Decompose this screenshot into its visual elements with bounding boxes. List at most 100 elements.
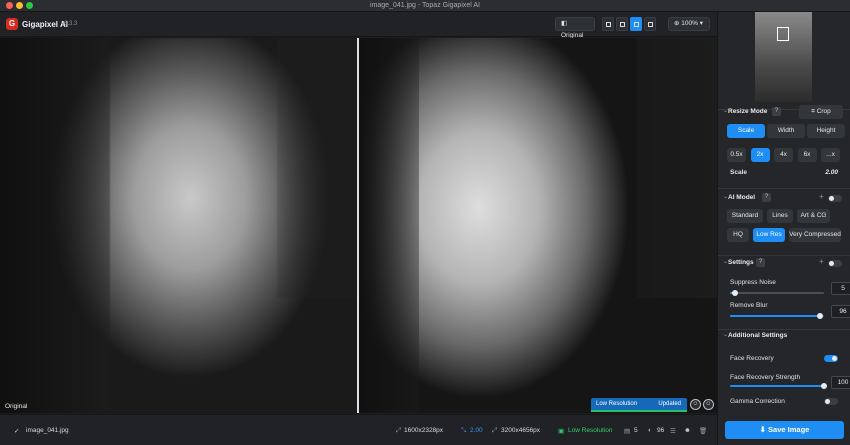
ai-model-low-res[interactable]: Low Res: [753, 228, 785, 242]
save-image-button[interactable]: ⬇ Save Image: [725, 421, 844, 439]
section-divider: [718, 329, 850, 330]
split-view-icon: ◧: [561, 20, 568, 27]
face-strength-fill: [730, 385, 824, 387]
resize-mode-title: Resize Mode: [728, 108, 768, 115]
scale-option-2x[interactable]: 2x: [750, 148, 770, 162]
ai-model-very-compressed[interactable]: Very Compressed: [789, 228, 841, 242]
original-image-pane[interactable]: [0, 38, 357, 413]
toggle-knob: [829, 261, 834, 266]
gamma-correction-toggle[interactable]: [824, 398, 838, 405]
zoom-value: 100%: [681, 20, 698, 27]
face-recovery-toggle[interactable]: [824, 355, 838, 362]
scale-option-6x[interactable]: 6x: [797, 148, 817, 162]
grid-view-button[interactable]: [644, 17, 656, 31]
image-filename[interactable]: image_041.jpg: [26, 427, 69, 434]
scale-option-4x[interactable]: 4x: [774, 148, 793, 162]
grid-view-icon: [648, 22, 653, 27]
resize-mode-height[interactable]: Height: [807, 124, 845, 138]
face-strength-input[interactable]: 100: [831, 376, 850, 389]
sliders-icon[interactable]: ☰: [670, 427, 676, 435]
help-icon[interactable]: ?: [772, 107, 781, 116]
window-titlebar: image_041.jpg - Topaz Gigapixel AI: [0, 0, 850, 12]
resize-mode-width[interactable]: Width: [767, 124, 805, 138]
input-size-icon: ⤢: [396, 427, 402, 434]
split-view-button[interactable]: [616, 17, 628, 31]
settings-title: Settings: [728, 259, 754, 266]
remove-blur-fill: [730, 315, 821, 317]
side-by-side-icon: [634, 22, 639, 27]
crop-label: Crop: [816, 108, 831, 115]
delete-icon[interactable]: 🗑: [699, 427, 707, 435]
scale-value: 2.00: [470, 427, 483, 434]
toggle-knob: [832, 356, 837, 361]
face-compare-icon[interactable]: ☺: [690, 399, 701, 410]
save-image-label: Save Image: [768, 425, 810, 434]
compare-divider-handle[interactable]: [357, 38, 359, 413]
zoom-dropdown[interactable]: ⊕ 100% ▾: [668, 17, 710, 31]
app-version: v6.3.3: [61, 21, 78, 27]
toggle-knob: [825, 399, 830, 404]
noise-icon: ▤: [624, 428, 631, 435]
remove-blur-slider[interactable]: [730, 313, 824, 319]
help-icon[interactable]: ?: [762, 193, 771, 202]
preview-progress-bar: [591, 410, 687, 412]
blur-value: 96: [657, 427, 665, 434]
plus-icon[interactable]: +: [819, 257, 824, 266]
face-strength-label: Face Recovery Strength: [730, 374, 801, 381]
output-size-icon: ⤢: [492, 427, 498, 434]
navigator-viewport[interactable]: [777, 27, 789, 41]
original-pane-label: Original: [5, 403, 28, 410]
preview-updated-label: Updated: [658, 401, 681, 407]
ai-model-lines[interactable]: Lines: [767, 209, 793, 223]
ai-model-art-cg[interactable]: Art & CG: [797, 209, 830, 223]
ai-model-toggle[interactable]: [828, 195, 842, 202]
resize-mode-scale[interactable]: Scale: [727, 124, 765, 138]
top-toolbar: G Gigapixel AI v6.3.3 ◧ Original ⊕ 100% …: [0, 12, 717, 39]
suppress-noise-slider[interactable]: [730, 290, 824, 296]
ai-model-hq[interactable]: HQ: [727, 228, 749, 242]
blur-icon: ◐: [648, 427, 652, 434]
bottom-statusbar: ✓ image_041.jpg ⤢ 1600x2328px ⤡ 2.00 ⤢ 3…: [0, 414, 717, 445]
window-title: image_041.jpg - Topaz Gigapixel AI: [370, 2, 480, 9]
scale-icon: ⤡: [461, 427, 467, 434]
input-size: 1600x2328px: [404, 427, 444, 434]
preview-image-pane[interactable]: [359, 38, 717, 413]
original-image-hair: [277, 38, 357, 298]
face-recovery-label: Face Recovery: [730, 355, 774, 362]
suppress-noise-label: Suppress Noise: [730, 279, 776, 286]
noise-value: 5: [634, 427, 638, 434]
single-view-button[interactable]: [602, 17, 614, 31]
save-icon: ⬇: [759, 425, 769, 434]
face-options-icon[interactable]: ☺: [703, 399, 714, 410]
crop-button[interactable]: ⌗ Crop: [799, 105, 843, 119]
preview-image-hair: [637, 38, 717, 298]
side-by-side-view-button[interactable]: [630, 17, 642, 31]
help-icon[interactable]: ?: [756, 258, 765, 267]
preview-model-label: Low Resolution: [596, 401, 638, 407]
face-recovery-icon[interactable]: ☻: [684, 427, 691, 434]
scale-option-0-5x[interactable]: 0.5x: [727, 148, 746, 162]
scale-option-x[interactable]: ...x: [821, 148, 840, 162]
face-strength-slider[interactable]: [730, 383, 827, 389]
settings-toggle[interactable]: [828, 260, 842, 267]
suppress-noise-handle[interactable]: [731, 290, 738, 296]
split-view-icon: [620, 22, 625, 27]
model-icon: ▣: [558, 428, 565, 435]
scale-label: Scale: [730, 169, 747, 176]
image-canvas[interactable]: Original Low Resolution Updated ☺ ☺: [0, 38, 717, 413]
plus-icon[interactable]: +: [819, 192, 824, 201]
remove-blur-input[interactable]: 96: [831, 305, 850, 318]
chevron-down-icon: ▾: [697, 20, 703, 27]
single-view-icon: [606, 22, 611, 27]
suppress-noise-input[interactable]: 5: [831, 282, 850, 295]
output-size: 3200x4656px: [501, 427, 541, 434]
ai-model-title: AI Model: [728, 194, 756, 201]
show-original-button[interactable]: ◧ Original: [555, 17, 595, 39]
face-strength-handle[interactable]: [821, 383, 827, 389]
remove-blur-handle[interactable]: [817, 313, 824, 319]
ai-model-standard[interactable]: Standard: [727, 209, 763, 223]
checkmark-icon[interactable]: ✓: [14, 427, 19, 435]
gigapixel-logo-icon: G: [6, 18, 18, 30]
navigator-thumbnail[interactable]: [755, 12, 812, 102]
gamma-correction-label: Gamma Correction: [730, 398, 785, 405]
